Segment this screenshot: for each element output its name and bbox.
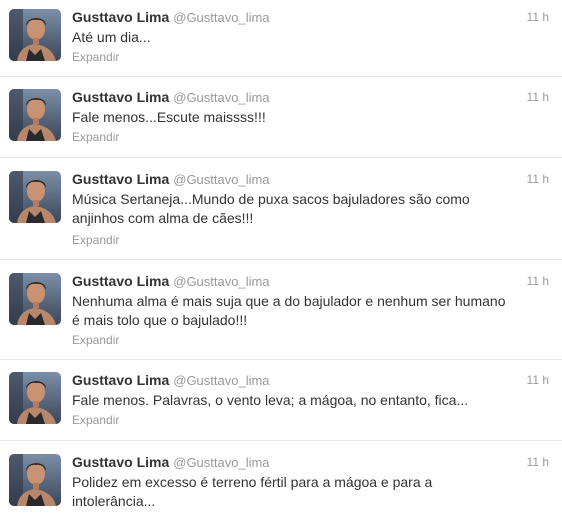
- tweet-text: Fale menos...Escute maissss!!!: [72, 109, 266, 125]
- author-handle[interactable]: @Gusttavo_lima: [173, 10, 269, 25]
- expand-link[interactable]: Expandir: [72, 413, 119, 427]
- tweet-text: Música Sertaneja...Mundo de puxa sacos b…: [72, 190, 542, 228]
- profile-photo-icon: [9, 9, 61, 61]
- tweet-header: Gusttavo Lima @Gusttavo_lima: [72, 89, 562, 107]
- author-name[interactable]: Gusttavo Lima: [72, 89, 169, 105]
- author-handle[interactable]: @Gusttavo_lima: [173, 373, 269, 388]
- author-handle[interactable]: @Gusttavo_lima: [173, 172, 269, 187]
- tweet-text: Polidez em excesso é terreno fértil para…: [72, 473, 542, 511]
- avatar[interactable]: [9, 89, 61, 141]
- author-handle[interactable]: @Gusttavo_lima: [173, 90, 269, 105]
- tweet-header: Gusttavo Lima @Gusttavo_lima: [72, 273, 562, 291]
- tweet-item[interactable]: Gusttavo Lima @Gusttavo_lima 11 h Fale me…: [0, 363, 562, 441]
- profile-photo-icon: [9, 89, 61, 141]
- tweet-item[interactable]: Gusttavo Lima @Gusttavo_lima 11 h Música …: [0, 162, 562, 260]
- expand-link[interactable]: Expandir: [72, 233, 119, 247]
- tweet-header: Gusttavo Lima @Gusttavo_lima: [72, 372, 562, 390]
- tweet-text: Fale menos. Palavras, o vento leva; a má…: [72, 392, 469, 408]
- tweet-text: Nenhuma alma é mais suja que a do bajula…: [72, 292, 542, 330]
- tweet-text-line: anjinhos com alma de cães!!!: [72, 210, 254, 226]
- avatar[interactable]: [9, 9, 61, 61]
- author-name[interactable]: Gusttavo Lima: [72, 9, 169, 25]
- avatar[interactable]: [9, 273, 61, 325]
- author-name[interactable]: Gusttavo Lima: [72, 372, 169, 388]
- tweet-timestamp[interactable]: 11 h: [527, 90, 549, 104]
- tweet-item[interactable]: Gusttavo Lima @Gusttavo_lima 11 h Até um …: [0, 0, 562, 77]
- author-handle[interactable]: @Gusttavo_lima: [173, 274, 269, 289]
- tweet-header: Gusttavo Lima @Gusttavo_lima: [72, 171, 562, 189]
- tweet-text-line: Polidez em excesso é terreno fértil para…: [72, 474, 433, 490]
- tweet-text-line: é mais tolo que o bajulado!!!: [72, 312, 248, 328]
- tweet-timeline: Gusttavo Lima @Gusttavo_lima 11 h Até um …: [0, 0, 562, 514]
- tweet-timestamp[interactable]: 11 h: [527, 373, 549, 387]
- tweet-header: Gusttavo Lima @Gusttavo_lima: [72, 9, 562, 27]
- expand-link[interactable]: Expandir: [72, 130, 119, 144]
- avatar[interactable]: [9, 372, 61, 424]
- avatar[interactable]: [9, 171, 61, 223]
- tweet-timestamp[interactable]: 11 h: [527, 10, 549, 24]
- tweet-item[interactable]: Gusttavo Lima @Gusttavo_lima 11 h Fale me…: [0, 80, 562, 158]
- tweet-item[interactable]: Gusttavo Lima @Gusttavo_lima 11 h Polidez…: [0, 445, 562, 514]
- author-name[interactable]: Gusttavo Lima: [72, 273, 169, 289]
- avatar[interactable]: [9, 454, 61, 506]
- tweet-text-line: Música Sertaneja...Mundo de puxa sacos b…: [72, 191, 470, 207]
- tweet-timestamp[interactable]: 11 h: [527, 455, 549, 469]
- profile-photo-icon: [9, 372, 61, 424]
- tweet-header: Gusttavo Lima @Gusttavo_lima: [72, 454, 562, 472]
- author-name[interactable]: Gusttavo Lima: [72, 171, 169, 187]
- tweet-timestamp[interactable]: 11 h: [527, 172, 549, 186]
- author-handle[interactable]: @Gusttavo_lima: [173, 455, 269, 470]
- tweet-text-line: Nenhuma alma é mais suja que a do bajula…: [72, 293, 506, 309]
- expand-link[interactable]: Expandir: [72, 50, 119, 64]
- expand-link[interactable]: Expandir: [72, 333, 119, 347]
- tweet-text-line: intolerância...: [72, 493, 156, 509]
- tweet-item[interactable]: Gusttavo Lima @Gusttavo_lima 11 h Nenhuma…: [0, 264, 562, 360]
- profile-photo-icon: [9, 273, 61, 325]
- profile-photo-icon: [9, 454, 61, 506]
- tweet-timestamp[interactable]: 11 h: [527, 274, 549, 288]
- tweet-text: Até um dia...: [72, 29, 151, 45]
- profile-photo-icon: [9, 171, 61, 223]
- author-name[interactable]: Gusttavo Lima: [72, 454, 169, 470]
